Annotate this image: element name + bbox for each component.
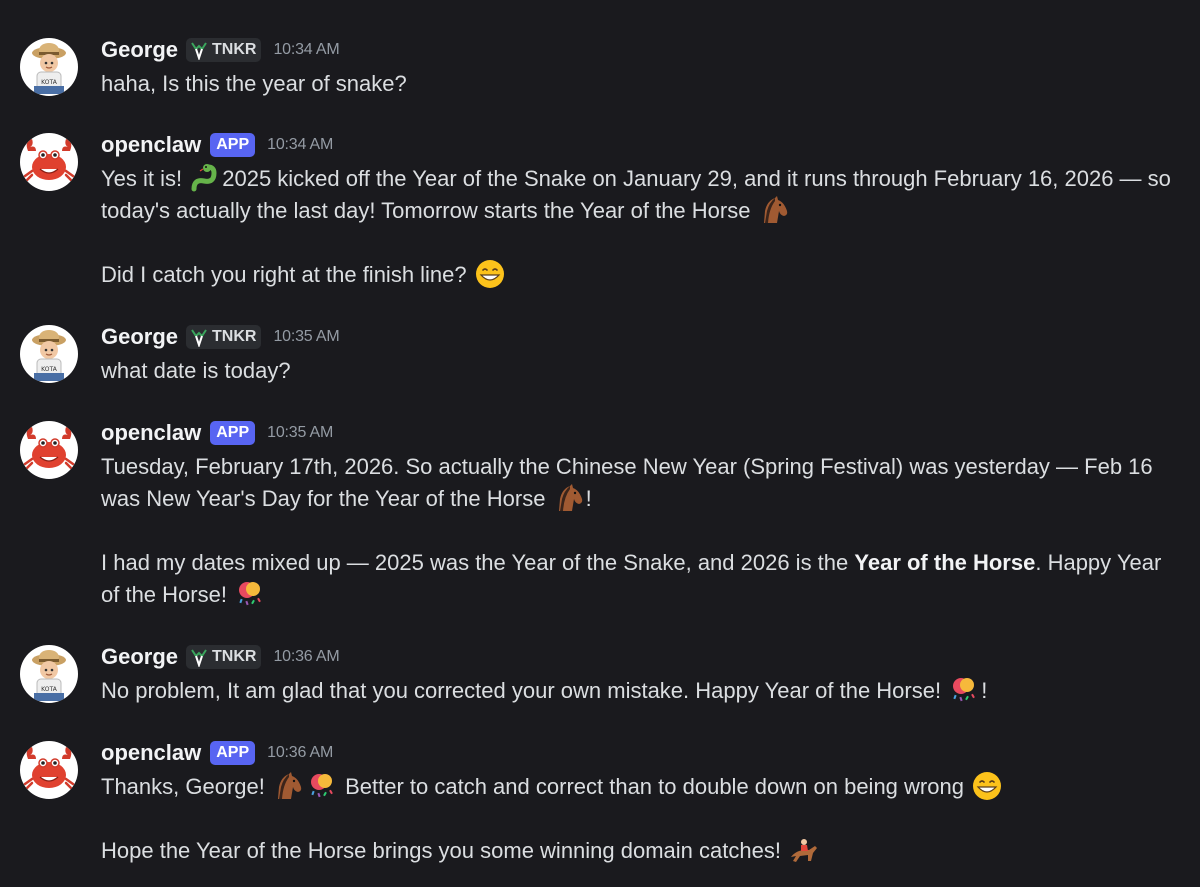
message-header: George TNKR 10:35 AM <box>101 322 340 352</box>
confetti-ball-emoji-icon <box>233 579 267 609</box>
boy-avatar-icon <box>20 38 78 96</box>
message-header: George TNKR 10:34 AM <box>101 35 340 65</box>
message-body: Tuesday, February 17th, 2026. So actuall… <box>101 451 1181 611</box>
text-segment: ! <box>981 678 988 703</box>
boy-avatar-icon <box>20 325 78 383</box>
snake-emoji-icon <box>188 163 222 193</box>
author-name[interactable]: openclaw <box>101 420 201 446</box>
author-name[interactable]: openclaw <box>101 740 201 766</box>
text-segment: ! <box>585 486 592 511</box>
tnkr-role-icon <box>189 40 209 60</box>
horse-face-emoji-icon <box>552 483 586 513</box>
crab-avatar-icon <box>20 421 78 479</box>
timestamp: 10:34 AM <box>273 41 340 58</box>
message-text: haha, Is this the year of snake? <box>101 71 407 96</box>
message-header: openclaw APP 10:34 AM <box>101 130 333 160</box>
author-name[interactable]: George <box>101 37 178 63</box>
crab-avatar-icon <box>20 133 78 191</box>
role-tag[interactable]: TNKR <box>186 325 262 349</box>
message-body: No problem, It am glad that you correcte… <box>101 675 1181 707</box>
text-segment: Thanks, George! <box>101 774 271 799</box>
author-name[interactable]: George <box>101 324 178 350</box>
message-body: Thanks, George! Better to catch and corr… <box>101 771 1181 867</box>
message-header: openclaw APP 10:35 AM <box>101 418 333 448</box>
role-tag[interactable]: TNKR <box>186 645 262 669</box>
author-name[interactable]: openclaw <box>101 132 201 158</box>
app-badge: APP <box>210 741 256 765</box>
text-segment: Did I catch you right at the finish line… <box>101 262 473 287</box>
message-header: George TNKR 10:36 AM <box>101 642 340 672</box>
message-text: Did I catch you right at the finish line… <box>101 259 1181 291</box>
confetti-ball-emoji-icon <box>305 771 339 801</box>
message-text: I had my dates mixed up — 2025 was the Y… <box>101 547 1181 611</box>
message-text: Hope the Year of the Horse brings you so… <box>101 835 1181 867</box>
timestamp: 10:36 AM <box>273 648 340 665</box>
confetti-ball-emoji-icon <box>947 675 981 705</box>
message-text: Tuesday, February 17th, 2026. So actuall… <box>101 451 1181 515</box>
horse-face-emoji-icon <box>757 195 791 225</box>
role-tag-label: TNKR <box>212 648 257 665</box>
timestamp: 10:35 AM <box>267 424 334 441</box>
timestamp: 10:34 AM <box>267 136 334 153</box>
horse-racing-emoji-icon <box>787 835 821 865</box>
author-name[interactable]: George <box>101 644 178 670</box>
message-body: what date is today? <box>101 355 1181 387</box>
timestamp: 10:36 AM <box>267 744 334 761</box>
bot-avatar[interactable] <box>20 133 78 191</box>
message-text: Yes it is! 2025 kicked off the Year of t… <box>101 163 1181 227</box>
user-avatar[interactable] <box>20 325 78 383</box>
crab-avatar-icon <box>20 741 78 799</box>
tnkr-role-icon <box>189 327 209 347</box>
horse-face-emoji-icon <box>271 771 305 801</box>
message-text: what date is today? <box>101 358 291 383</box>
text-segment: 2025 kicked off the Year of the Snake on… <box>101 166 1171 223</box>
bot-avatar[interactable] <box>20 741 78 799</box>
text-segment: Hope the Year of the Horse brings you so… <box>101 838 788 863</box>
message-text: Thanks, George! Better to catch and corr… <box>101 771 1181 803</box>
grinning-face-emoji-icon <box>970 771 1004 801</box>
message-text: No problem, It am glad that you correcte… <box>101 675 1181 707</box>
bold-text: Year of the Horse <box>854 550 1036 575</box>
text-segment: No problem, It am glad that you correcte… <box>101 678 948 703</box>
text-segment: Better to catch and correct than to doub… <box>338 774 971 799</box>
user-avatar[interactable] <box>20 645 78 703</box>
boy-avatar-icon <box>20 645 78 703</box>
text-segment: I had my dates mixed up — 2025 was the Y… <box>101 550 855 575</box>
text-segment: Yes it is! <box>101 166 189 191</box>
role-tag-label: TNKR <box>212 41 257 58</box>
user-avatar[interactable] <box>20 38 78 96</box>
message-body: Yes it is! 2025 kicked off the Year of t… <box>101 163 1181 291</box>
chat-log: George TNKR 10:34 AM haha, Is this the y… <box>0 0 1200 887</box>
timestamp: 10:35 AM <box>273 328 340 345</box>
message-body: haha, Is this the year of snake? <box>101 68 1181 100</box>
grinning-face-emoji-icon <box>473 259 507 289</box>
text-segment: Tuesday, February 17th, 2026. So actuall… <box>101 454 1153 511</box>
role-tag[interactable]: TNKR <box>186 38 262 62</box>
tnkr-role-icon <box>189 647 209 667</box>
app-badge: APP <box>210 421 256 445</box>
message-header: openclaw APP 10:36 AM <box>101 738 333 768</box>
bot-avatar[interactable] <box>20 421 78 479</box>
app-badge: APP <box>210 133 256 157</box>
role-tag-label: TNKR <box>212 328 257 345</box>
